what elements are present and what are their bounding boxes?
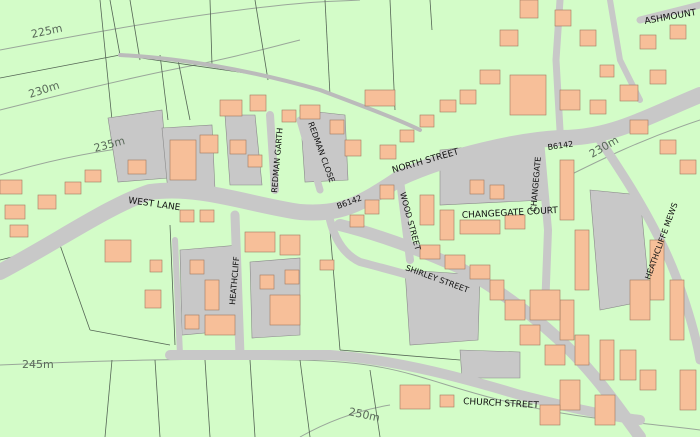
map-canvas[interactable]: 225m 230m 235m 245m 250m 230m WEST LANE … bbox=[0, 0, 700, 437]
contour-label-245: 245m bbox=[22, 358, 54, 371]
map-svg: 225m 230m 235m 245m 250m 230m WEST LANE … bbox=[0, 0, 700, 437]
